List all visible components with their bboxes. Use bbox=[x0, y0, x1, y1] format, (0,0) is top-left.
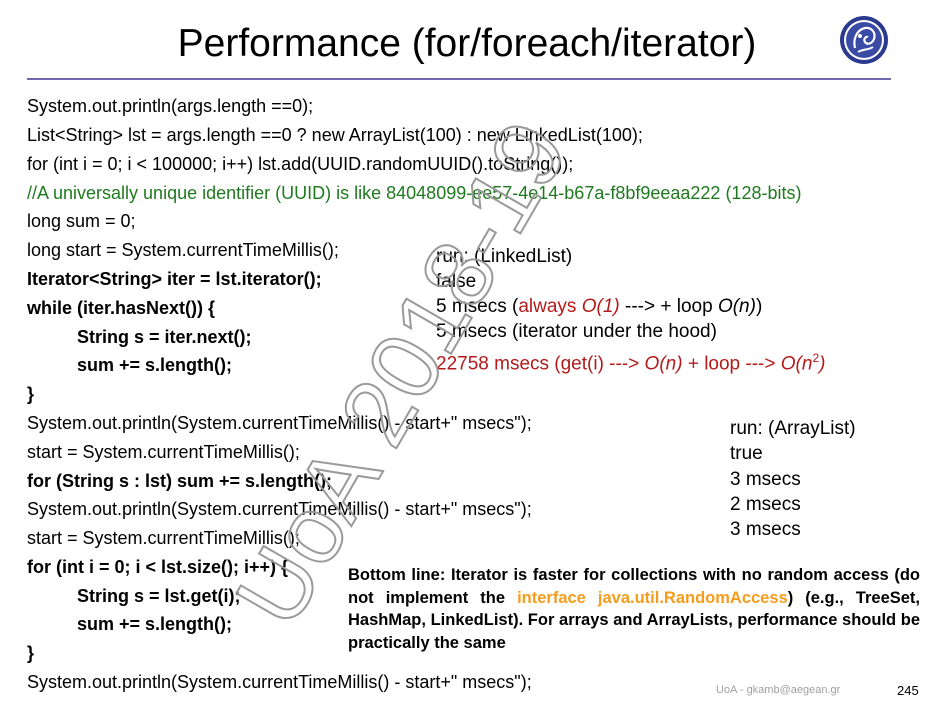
output-line: 22758 msecs (get(i) ---> O(n) + loop ---… bbox=[436, 351, 826, 375]
output-line: 2 msecs bbox=[730, 494, 801, 515]
slide-title: Performance (for/foreach/iterator) bbox=[177, 22, 757, 65]
output-line: false bbox=[436, 271, 477, 292]
code-line: System.out.println(System.currentTimeMil… bbox=[27, 499, 532, 519]
code-line: sum += s.length(); bbox=[77, 614, 233, 634]
code-line: } bbox=[27, 384, 35, 404]
output-run-label: run: (LinkedList) bbox=[436, 246, 573, 267]
bottom-line-note: Bottom line: Iterator is faster for coll… bbox=[348, 566, 921, 652]
code-line: long start = System.currentTimeMillis(); bbox=[27, 240, 339, 260]
code-line: while (iter.hasNext()) { bbox=[27, 298, 216, 318]
output-line: true bbox=[730, 443, 763, 464]
output-line: 5 msecs (always O(1) ---> + loop O(n)) bbox=[436, 296, 763, 317]
code-line: List<String> lst = args.length ==0 ? new… bbox=[27, 125, 643, 145]
code-line: } bbox=[27, 643, 35, 663]
code-line: long sum = 0; bbox=[27, 211, 136, 231]
output-line: 3 msecs bbox=[730, 519, 801, 540]
slide: Performance (for/foreach/iterator) Syste… bbox=[0, 0, 934, 707]
code-line: for (String s : lst) sum += s.length(); bbox=[27, 471, 333, 491]
code-line: for (int i = 0; i < 100000; i++) lst.add… bbox=[27, 154, 574, 174]
code-line: Iterator<String> iter = lst.iterator(); bbox=[27, 269, 322, 289]
code-line: for (int i = 0; i < lst.size(); i++) { bbox=[27, 557, 289, 577]
output-line: 5 msecs (iterator under the hood) bbox=[436, 321, 717, 342]
footer-author: UoA - gkamb@aegean.gr bbox=[716, 684, 841, 696]
university-seal-icon bbox=[840, 16, 888, 64]
title-divider bbox=[27, 78, 891, 80]
output-run-label: run: (ArrayList) bbox=[730, 418, 856, 439]
code-line: start = System.currentTimeMillis(); bbox=[27, 442, 300, 462]
code-line: System.out.println(System.currentTimeMil… bbox=[27, 413, 532, 433]
code-line: String s = iter.next(); bbox=[77, 327, 252, 347]
page-number: 245 bbox=[897, 683, 919, 698]
code-line: System.out.println(args.length ==0); bbox=[27, 96, 314, 116]
code-line: String s = lst.get(i); bbox=[77, 586, 241, 606]
code-line: System.out.println(System.currentTimeMil… bbox=[27, 672, 532, 692]
output-line: 3 msecs bbox=[730, 469, 801, 490]
code-line: sum += s.length(); bbox=[77, 355, 233, 375]
code-line: start = System.currentTimeMillis(); bbox=[27, 528, 300, 548]
code-comment: //A universally unique identifier (UUID)… bbox=[27, 183, 802, 203]
